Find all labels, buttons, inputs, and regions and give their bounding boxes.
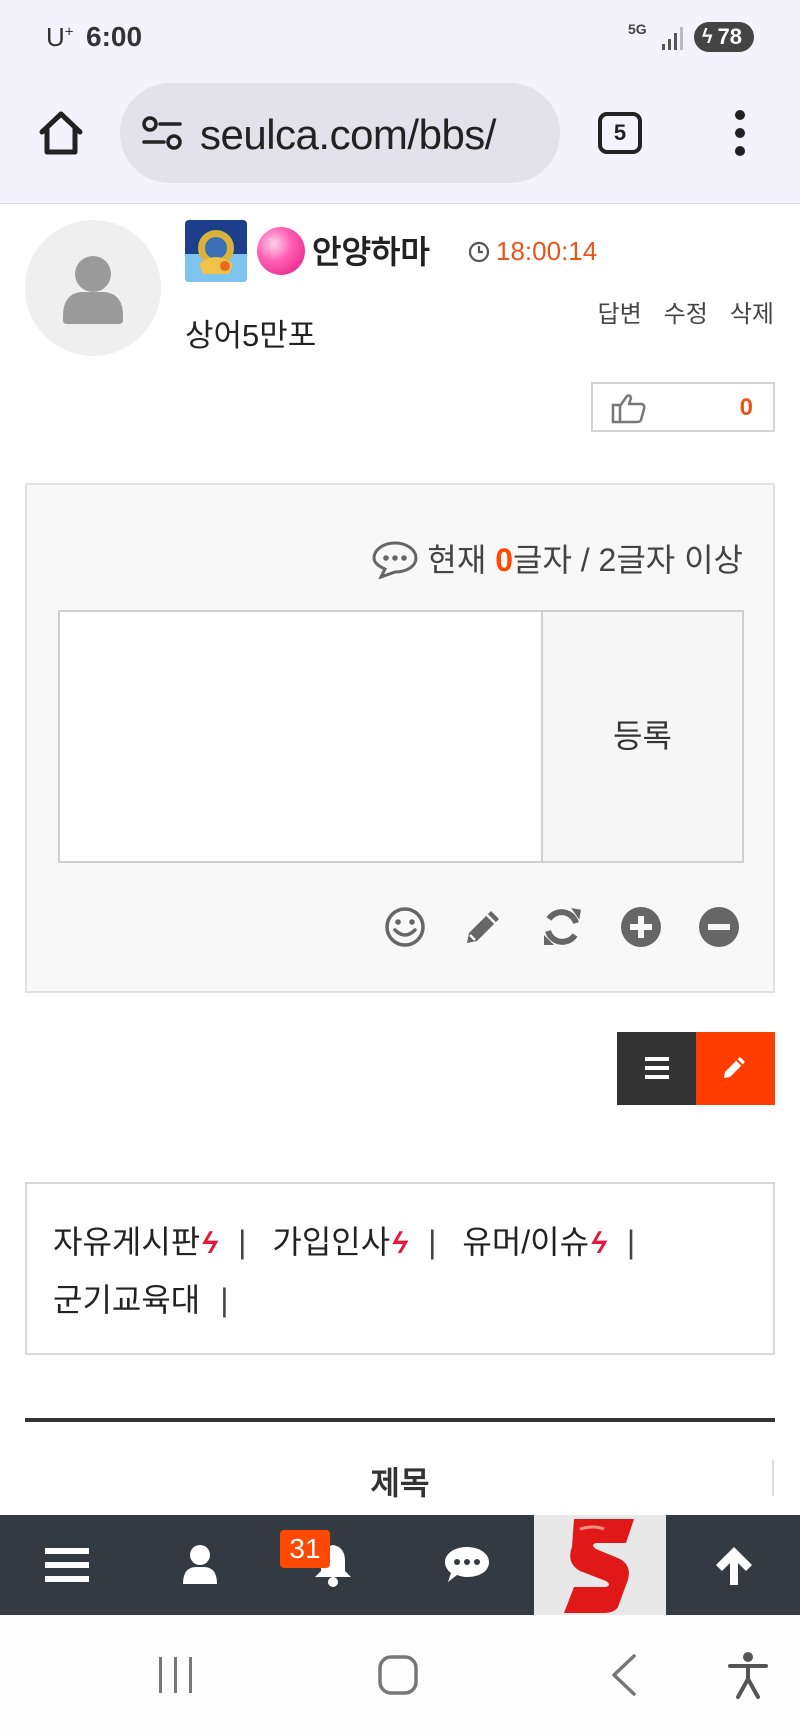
hot-icon: ϟ xyxy=(198,1227,222,1260)
hot-icon: ϟ xyxy=(587,1227,611,1260)
hot-icon: ϟ xyxy=(388,1227,412,1260)
comment-body: 상어5만포 xyxy=(185,318,317,353)
comment-time-value: 18:00:14 xyxy=(496,236,598,266)
clock-icon xyxy=(468,241,490,263)
like-count: 0 xyxy=(739,394,753,421)
user-icon xyxy=(182,1545,217,1584)
submit-button[interactable]: 등록 xyxy=(541,610,744,863)
charging-icon: ϟ xyxy=(702,26,713,48)
list-button[interactable] xyxy=(617,1032,696,1105)
home-nav-icon[interactable] xyxy=(376,1653,420,1697)
level-icon xyxy=(185,220,247,282)
column-separator xyxy=(772,1460,774,1496)
char-count: 현재 0글자 / 2글자 이상 xyxy=(371,535,743,581)
recent-apps-icon[interactable] xyxy=(156,1655,196,1695)
menu-icon xyxy=(44,1548,89,1582)
nav-scroll-top-button[interactable] xyxy=(667,1515,800,1615)
status-bar: U+ 6:00 5G ϟ 78 xyxy=(0,0,800,74)
board-links: 자유게시판ϟ | 가입인사ϟ | 유머/이슈ϟ | 군기교육대 | xyxy=(25,1182,775,1355)
edit-link[interactable]: 수정 xyxy=(664,301,708,328)
comment-actions: 답변 수정 삭제 xyxy=(575,294,774,329)
gem-icon xyxy=(257,227,305,275)
comment-author[interactable]: 안양하마 xyxy=(312,227,430,273)
delete-link[interactable]: 삭제 xyxy=(730,301,774,328)
speech-bubble-icon xyxy=(372,541,418,580)
nav-chat-button[interactable] xyxy=(400,1515,533,1615)
list-title-header: 제목 xyxy=(370,1465,430,1501)
status-time: 6:00 xyxy=(86,21,143,52)
battery-indicator: ϟ 78 xyxy=(694,22,754,52)
reply-link[interactable]: 답변 xyxy=(597,301,641,328)
emoji-icon[interactable] xyxy=(383,905,427,949)
nav-user-button[interactable] xyxy=(133,1515,266,1615)
list-divider xyxy=(25,1418,775,1422)
browser-toolbar: seulca.com/bbs/ 5 xyxy=(0,74,800,204)
network-type: 5G xyxy=(628,21,647,37)
signal-icon xyxy=(662,26,684,50)
char-count-value: 0 xyxy=(495,542,513,578)
browser-menu-icon[interactable] xyxy=(730,110,750,158)
arrow-up-icon xyxy=(715,1547,752,1585)
battery-level: 78 xyxy=(717,24,742,49)
carrier-label: U+ xyxy=(46,22,74,52)
comment-time: 18:00:14 xyxy=(468,236,597,267)
bottom-nav xyxy=(0,1515,800,1615)
comment-textarea[interactable] xyxy=(58,610,543,863)
notification-badge: 31 xyxy=(280,1530,330,1568)
chat-icon xyxy=(444,1547,489,1582)
address-bar[interactable]: seulca.com/bbs/ xyxy=(120,83,560,183)
refresh-icon[interactable] xyxy=(540,905,584,949)
like-button[interactable]: 0 xyxy=(591,382,775,432)
comment-write-panel: 현재 0글자 / 2글자 이상 등록 xyxy=(25,483,775,993)
minus-circle-icon[interactable] xyxy=(697,905,741,949)
site-settings-icon xyxy=(142,116,182,150)
back-icon[interactable] xyxy=(606,1653,642,1697)
board-link-greeting[interactable]: 가입인사ϟ xyxy=(272,1214,411,1272)
accessibility-icon[interactable] xyxy=(726,1651,770,1699)
url-text: seulca.com/bbs/ xyxy=(200,111,496,158)
plus-circle-icon[interactable] xyxy=(619,905,663,949)
nav-menu-button[interactable] xyxy=(0,1515,133,1615)
system-nav-bar xyxy=(0,1615,800,1734)
list-icon xyxy=(645,1057,669,1079)
site-logo[interactable] xyxy=(534,1515,666,1615)
default-user-icon xyxy=(63,256,123,324)
board-link-free[interactable]: 자유게시판ϟ xyxy=(53,1214,222,1272)
avatar xyxy=(25,220,161,356)
pencil-icon xyxy=(724,1057,745,1078)
home-icon xyxy=(39,111,83,155)
board-link-humor[interactable]: 유머/이슈ϟ xyxy=(462,1214,610,1272)
s-logo-icon xyxy=(564,1519,634,1613)
pencil-icon[interactable] xyxy=(461,905,505,949)
write-button[interactable] xyxy=(696,1032,775,1105)
tab-switcher-button[interactable]: 5 xyxy=(598,112,642,154)
board-link-discipline[interactable]: 군기교육대 xyxy=(53,1272,200,1328)
thumbs-up-icon xyxy=(611,394,646,424)
home-button[interactable] xyxy=(36,108,86,158)
